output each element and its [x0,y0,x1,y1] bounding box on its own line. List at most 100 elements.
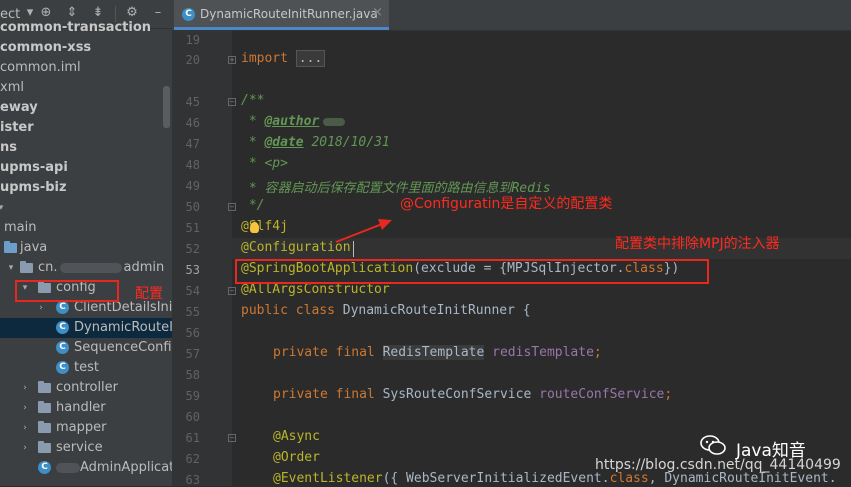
line-number: 62 [185,452,200,466]
chevron-down-icon[interactable]: ▾ [6,258,16,278]
chevron-right-icon[interactable]: › [20,398,30,418]
chevron-right-icon[interactable]: › [20,418,30,438]
code-line-eventlistener: @EventListener({ WebServerInitializedEve… [273,471,837,486]
project-panel: ect ▾ ⊕ ⇕ ⇟ ⚙ – common-transaction commo… [0,0,172,486]
code-line-slf4j: @Slf4j [241,219,288,234]
tree-item-upms[interactable]: ns [0,138,172,158]
tree-item-java[interactable]: java [0,238,172,258]
class-icon: C [56,321,69,334]
fold-marker-icon[interactable]: − [228,203,236,211]
redacted-mark [323,117,346,126]
tree-item-label: common-xss [0,40,92,55]
line-number: 45 [185,95,200,109]
chevron-down-icon[interactable]: ▾ [0,198,6,218]
code-line-author: * @author [241,114,346,129]
editor-tab-bar: C DynamicRouteInitRunner.java × [172,0,851,31]
line-number: 50 [185,200,200,214]
fold-marker-icon[interactable]: − [228,287,236,295]
chevron-right-icon[interactable]: › [20,438,30,458]
package-icon [38,401,51,413]
class-icon: C [182,8,195,21]
package-icon [38,441,51,453]
line-number: 49 [185,179,200,193]
chevron-right-icon[interactable]: › [20,378,30,398]
class-icon: C [56,361,69,374]
code-line-p: * <p> [241,156,288,171]
package-icon [38,421,51,433]
tree-item-common-iml[interactable]: common.iml [0,58,172,78]
wechat-icon [700,435,726,455]
tree-item-gateway[interactable]: eway [0,98,172,118]
tree-item-mapper[interactable]: › mapper [0,418,172,438]
line-number: 56 [185,326,200,340]
tree-item-label: SequenceConfig [74,340,172,355]
tree-item-label: AdminApplicatio [80,460,172,475]
line-number: 52 [185,242,200,256]
tree-item-label: mapper [56,420,107,435]
folded-imports[interactable]: ... [295,50,326,67]
tree-item-controller[interactable]: › controller [0,378,172,398]
fold-marker-icon[interactable]: − [228,434,236,442]
class-icon: C [56,301,69,314]
tree-item-label: eway [0,100,38,115]
spring-boot-class-icon: C [38,461,51,474]
package-icon [20,261,33,273]
class-icon: C [56,341,69,354]
line-number: 63 [185,473,200,487]
exclude-annotation-note: 配置类中排除MPJ的注入器 [615,236,780,252]
tree-item-label: java [20,240,48,255]
line-number: 61 [185,431,200,445]
code-line-doc-open: /** [241,93,265,108]
tree-item-main[interactable]: ▾ main [0,218,172,238]
redacted-mark [59,262,122,273]
code-line-async: @Async [273,429,320,444]
code-line-import: import ... [241,50,326,67]
line-number: 58 [185,368,200,382]
tree-item-label: common-transaction [0,20,152,35]
fold-marker-icon[interactable]: + [228,56,236,64]
package-icon [38,381,51,393]
chevron-down-icon[interactable]: ▾ [0,218,2,238]
line-number: 57 [185,347,200,361]
code-line-date: * @date 2018/10/31 [241,135,390,150]
tree-item-adminapplication[interactable]: C AdminApplicatio [0,458,172,478]
tree-item-label: handler [56,400,106,415]
tree-item-common-transaction[interactable]: common-transaction [0,18,172,38]
config-highlight-box [15,280,119,302]
tree-item-label: ns [0,140,17,155]
project-scrollbar[interactable] [163,86,170,128]
package-label: cn. admin [38,260,165,275]
tree-item-register[interactable]: ister [0,118,172,138]
tree-item-common-xss[interactable]: common-xss [0,38,172,58]
close-icon[interactable]: × [372,5,383,20]
configuration-annotation-note: @Configuratin是自定义的配置类 [400,196,613,212]
tab-label: DynamicRouteInitRunner.java [200,7,378,21]
tree-item-handler[interactable]: › handler [0,398,172,418]
tree-item-dynamicrouteinit[interactable]: C DynamicRouteIni [0,318,172,338]
tree-item-package[interactable]: ▾ cn. admin [0,258,172,278]
tree-item-service[interactable]: › service [0,438,172,458]
tree-item-label: main [4,220,37,235]
tree-item-label: DynamicRouteIni [74,320,172,335]
lightbulb-icon[interactable] [250,222,259,233]
tree-item-label: controller [56,380,119,395]
tab-dynamicrouteinitrunner[interactable]: C DynamicRouteInitRunner.java × [174,0,389,30]
line-number: 60 [185,410,200,424]
fold-marker-icon[interactable]: − [228,98,236,106]
line-number-active: 53 [185,263,200,277]
code-line-class-decl: public class DynamicRouteInitRunner { [241,303,531,318]
tree-item-label: ister [0,120,34,135]
tree-item-upms-biz[interactable]: upms-biz [0,178,172,198]
tree-item-test[interactable]: C test [0,358,172,378]
springbootapplication-highlight-box [235,259,709,284]
arrow-annotation [335,219,392,243]
tree-item-label: upms-api [0,160,68,175]
line-number: 54 [185,284,200,298]
code-line-sysroute-field: private final SysRouteConfService routeC… [273,387,673,402]
tree-item-upms-api[interactable]: upms-api [0,158,172,178]
line-number: 59 [185,389,200,403]
watermark-url: https://blog.csdn.net/qq_44140499 [595,457,841,473]
tree-item-xml[interactable]: xml [0,78,172,98]
tree-item-sequenceconfig[interactable]: C SequenceConfig [0,338,172,358]
tree-item-src[interactable]: ▾ [0,198,172,218]
